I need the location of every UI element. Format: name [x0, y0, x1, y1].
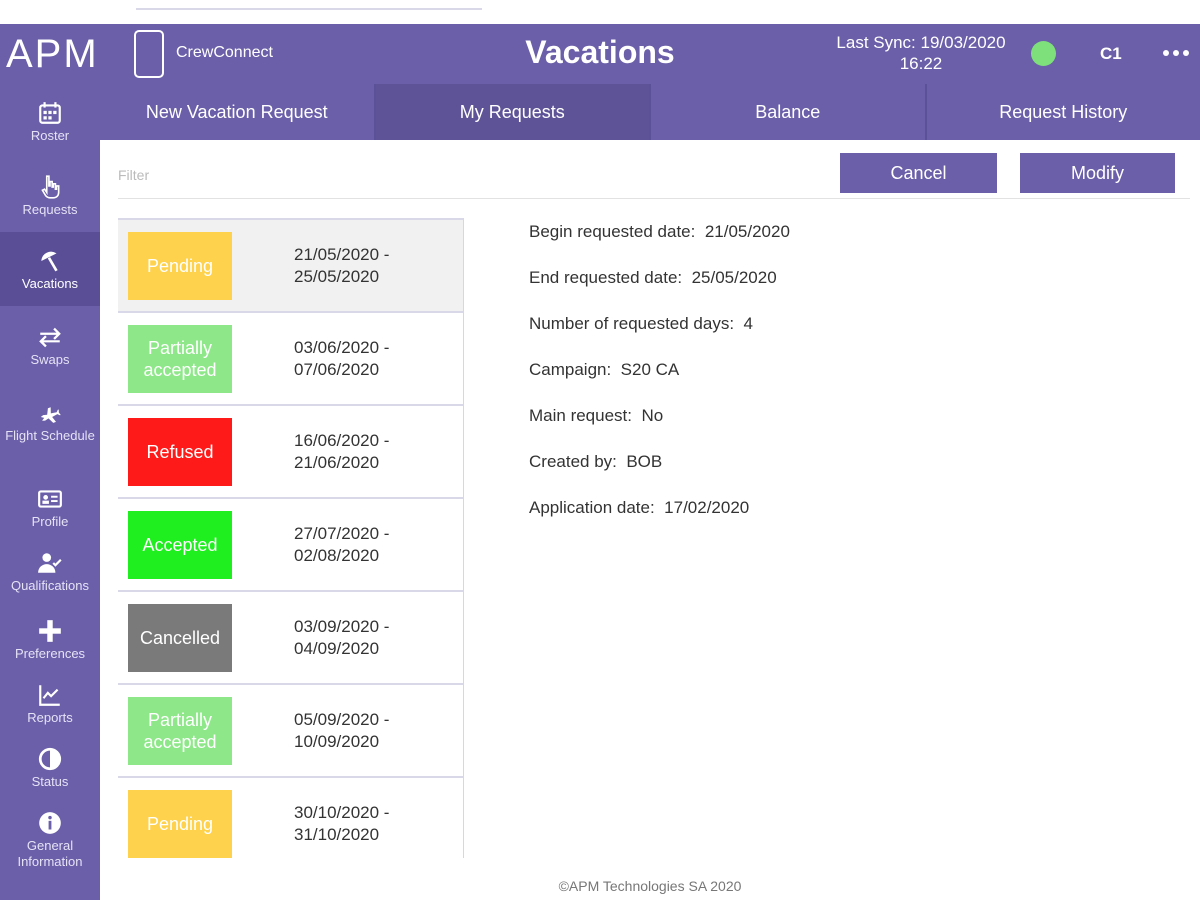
sidebar-item-requests[interactable]: Requests: [0, 174, 100, 234]
sync-status-icon: [1031, 41, 1056, 66]
swap-arrows-icon: [36, 324, 64, 350]
request-dates: 21/05/2020 - 25/05/2020: [294, 245, 390, 286]
sidebar-item-status[interactable]: Status: [0, 746, 100, 806]
tab-balance[interactable]: Balance: [651, 84, 927, 140]
last-sync: Last Sync: 19/03/2020 16:22: [818, 32, 1024, 74]
detail-campaign: Campaign: S20 CA: [529, 360, 680, 379]
chart-icon: [36, 682, 64, 708]
detail-application-date: Application date: 17/02/2020: [529, 498, 750, 517]
modify-button[interactable]: Modify: [1020, 153, 1175, 193]
plus-icon: [36, 618, 64, 644]
tab-my-requests[interactable]: My Requests: [375, 84, 651, 140]
detail-created-by: Created by: BOB: [529, 452, 663, 471]
ellipsis-icon[interactable]: [1163, 50, 1189, 56]
status-badge: Refused: [128, 418, 232, 486]
request-dates: 05/09/2020 - 10/09/2020: [294, 710, 390, 751]
request-dates: 03/09/2020 - 04/09/2020: [294, 617, 390, 658]
airplane-icon: [36, 400, 64, 426]
detail-number-of-days: Number of requested days: 4: [529, 314, 753, 333]
sidebar-item-flight-schedule[interactable]: Flight Schedule: [0, 400, 100, 466]
request-row[interactable]: Pending 30/10/2020 - 31/10/2020: [118, 776, 463, 858]
hand-pointer-icon: [36, 174, 64, 200]
half-circle-icon: [36, 746, 64, 772]
detail-begin-date: Begin requested date: 21/05/2020: [529, 222, 790, 241]
tab-request-history[interactable]: Request History: [926, 84, 1200, 140]
sidebar-item-vacations[interactable]: Vacations: [0, 232, 100, 306]
sidebar-item-preferences[interactable]: Preferences: [0, 618, 100, 678]
page-title: Vacations: [525, 34, 675, 70]
request-list: Pending 21/05/2020 - 25/05/2020 Partiall…: [118, 218, 464, 858]
tab-new-vacation-request[interactable]: New Vacation Request: [100, 84, 376, 140]
beach-umbrella-icon: [36, 248, 64, 274]
user-code[interactable]: C1: [1100, 44, 1122, 64]
info-icon: [36, 810, 64, 836]
sidebar-item-roster[interactable]: Roster: [0, 100, 100, 160]
sidebar-item-reports[interactable]: Reports: [0, 682, 100, 742]
last-sync-time: 16:22: [899, 54, 943, 73]
apm-logo: APM: [6, 32, 99, 76]
detail-main-request: Main request: No: [529, 406, 664, 425]
calendar-icon: [36, 100, 64, 126]
status-badge: Accepted: [128, 511, 232, 579]
request-dates: 16/06/2020 - 21/06/2020: [294, 431, 390, 472]
status-badge: Pending: [128, 232, 232, 300]
status-badge: Partially accepted: [128, 325, 232, 393]
user-check-icon: [36, 550, 64, 576]
sidebar-item-profile[interactable]: Profile: [0, 486, 100, 546]
request-row[interactable]: Accepted 27/07/2020 - 02/08/2020: [118, 497, 463, 590]
filter-divider: [118, 198, 1190, 199]
detail-end-date: End requested date: 25/05/2020: [529, 268, 777, 287]
app-name: CrewConnect: [176, 44, 273, 61]
filter-input[interactable]: Filter: [118, 167, 149, 183]
sidebar-item-qualifications[interactable]: Qualifications: [0, 550, 100, 610]
request-row[interactable]: Partially accepted 03/06/2020 - 07/06/20…: [118, 311, 463, 404]
id-card-icon: [36, 486, 64, 512]
request-row[interactable]: Cancelled 03/09/2020 - 04/09/2020: [118, 590, 463, 683]
crew-device-icon: [134, 7, 482, 78]
status-badge: Partially accepted: [128, 697, 232, 765]
status-badge: Cancelled: [128, 604, 232, 672]
top-bar: APM CrewConnect Vacations Last Sync: 19/…: [0, 7, 1200, 84]
status-badge: Pending: [128, 790, 232, 858]
request-row[interactable]: Pending 21/05/2020 - 25/05/2020: [118, 218, 463, 311]
request-dates: 27/07/2020 - 02/08/2020: [294, 524, 390, 565]
sidebar-item-swaps[interactable]: Swaps: [0, 324, 100, 384]
request-dates: 03/06/2020 - 07/06/2020: [294, 338, 390, 379]
sidebar: Roster Requests Vacations Swaps Flight S…: [0, 84, 100, 900]
last-sync-date: Last Sync: 19/03/2020: [836, 33, 1006, 52]
request-row[interactable]: Partially accepted 05/09/2020 - 10/09/20…: [118, 683, 463, 776]
cancel-button[interactable]: Cancel: [840, 153, 997, 193]
sidebar-item-general-information[interactable]: General Information: [0, 810, 100, 876]
tab-bar: New Vacation Request My Requests Balance…: [100, 84, 1200, 140]
request-row[interactable]: Refused 16/06/2020 - 21/06/2020: [118, 404, 463, 497]
footer-copyright: ©APM Technologies SA 2020: [558, 878, 742, 894]
request-dates: 30/10/2020 - 31/10/2020: [294, 803, 390, 844]
